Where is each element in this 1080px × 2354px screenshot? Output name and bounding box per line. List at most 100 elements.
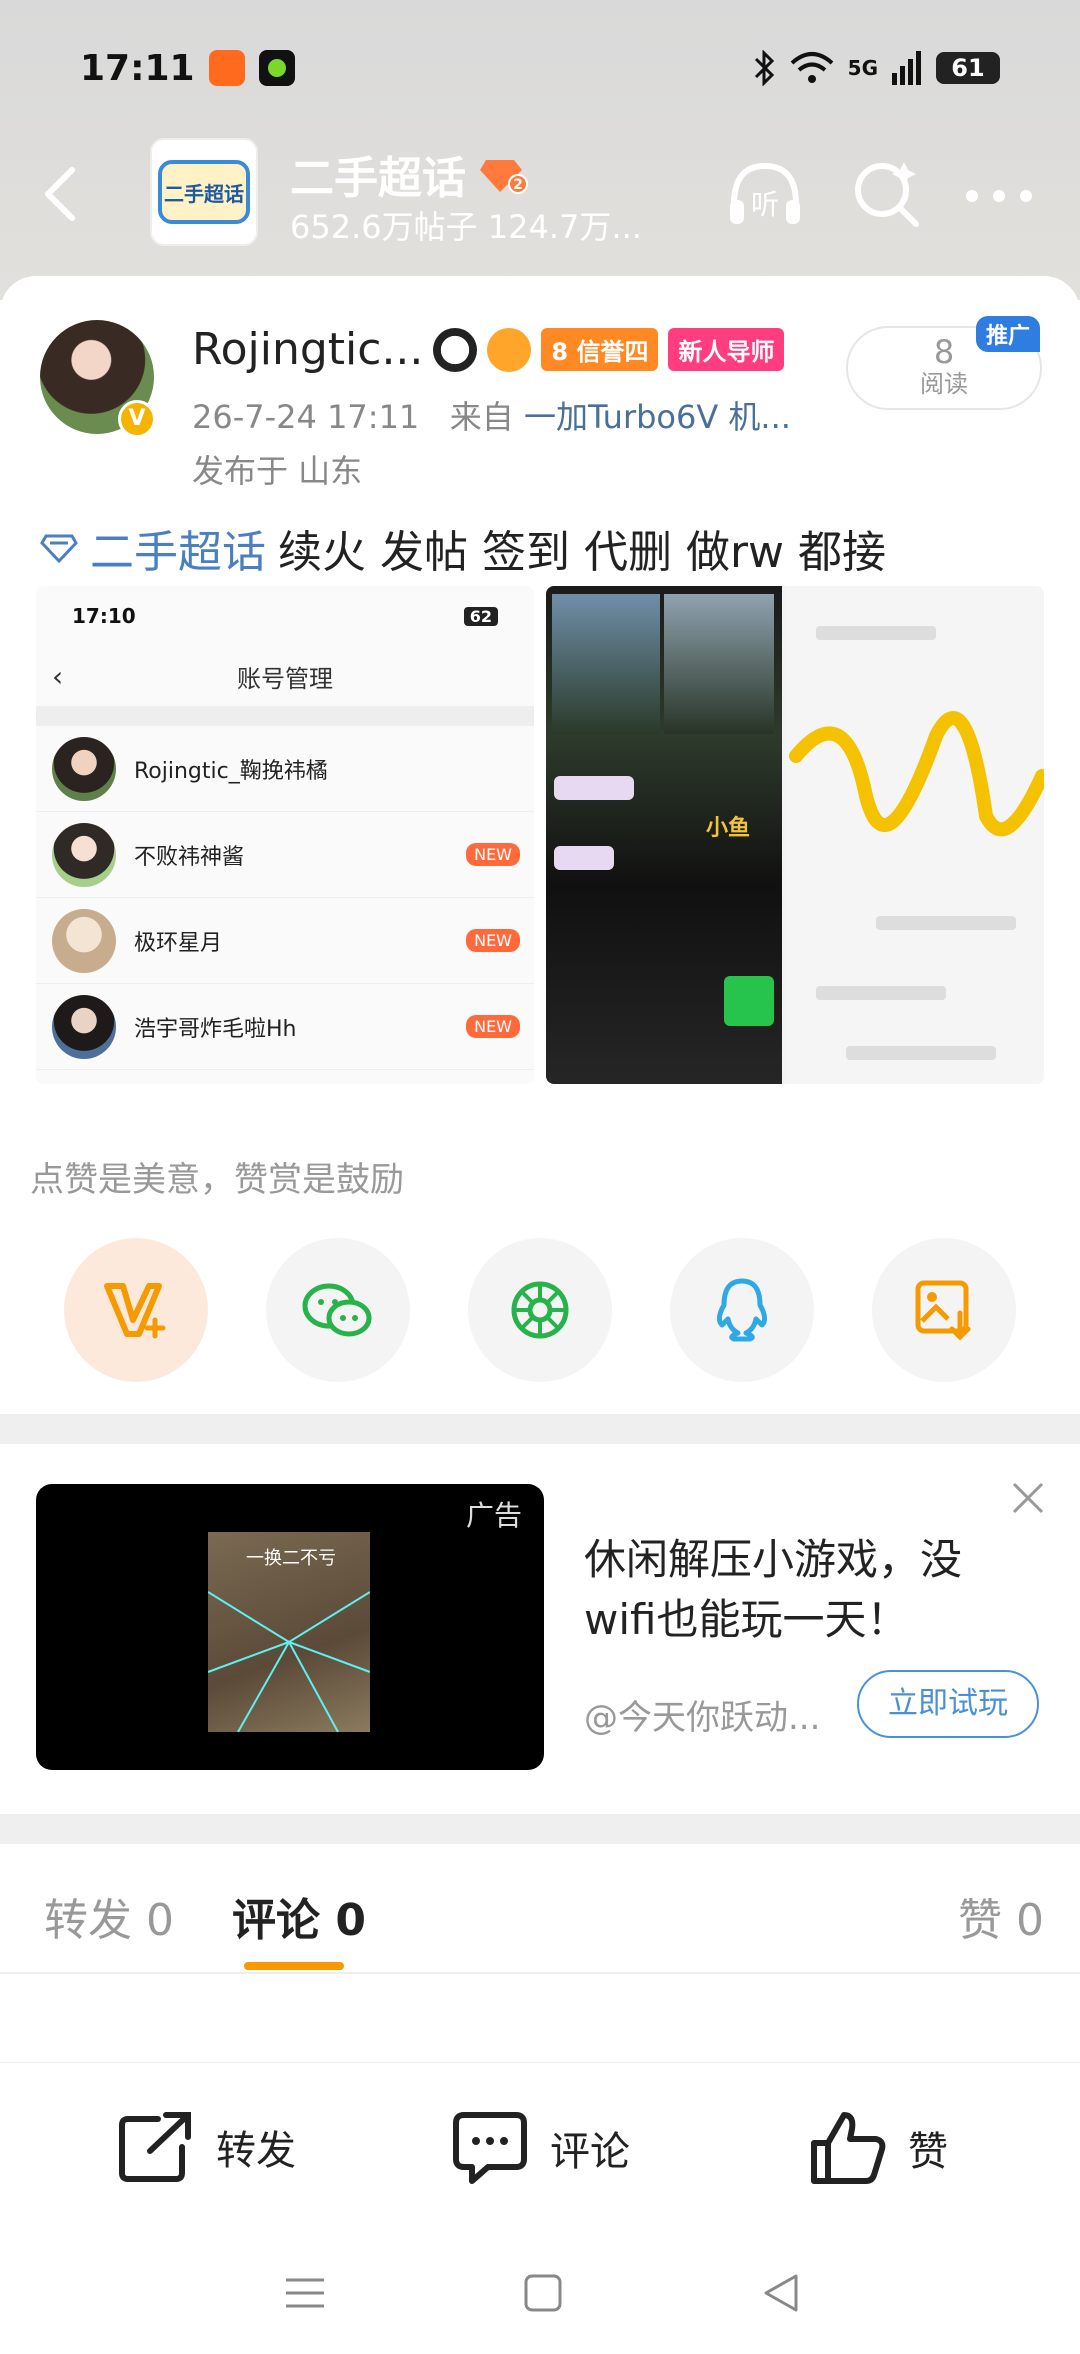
share-qq-button[interactable]: [670, 1238, 814, 1382]
verified-v-badge-icon: V: [118, 400, 156, 438]
topic-diamond-icon: [40, 534, 78, 563]
tab-comment[interactable]: 评论 0: [232, 1884, 366, 1948]
img2-chat-line: [816, 986, 946, 1000]
img2-sky-photo-2: [664, 594, 774, 734]
section-divider: [0, 1414, 1080, 1444]
fish-emoji-icon: [487, 327, 532, 372]
device-link[interactable]: 一加Turbo6V 机...: [524, 398, 791, 436]
share-arrow-icon: [119, 2112, 191, 2182]
post-image-2[interactable]: 小鱼: [546, 586, 1044, 1084]
reward-hint: 点赞是美意，赞赏是鼓励: [30, 1160, 404, 1200]
moments-icon: [511, 1281, 569, 1339]
img2-sky-photo: [552, 594, 660, 734]
img2-chat-line: [876, 916, 1016, 930]
ad-video[interactable]: 一换二不亏 广告: [36, 1484, 544, 1770]
battery-indicator: 61: [936, 52, 1000, 84]
app-notification-icon-2: [258, 50, 295, 86]
repost-button[interactable]: 转发: [118, 2111, 296, 2183]
reads-label: 阅读: [920, 370, 968, 398]
reward-v-icon: [104, 1283, 166, 1339]
svg-text:听: 听: [751, 188, 779, 221]
forum-name: 二手超话: [290, 153, 466, 204]
img1-back-icon: ‹: [52, 660, 64, 693]
comment-bubble-icon: [453, 2112, 527, 2184]
img1-account-avatar: [52, 994, 116, 1059]
img1-battery: 62: [463, 606, 498, 626]
img1-header: ‹ 账号管理: [36, 646, 534, 706]
ad-card[interactable]: 一换二不亏 广告 休闲解压小游戏，没wifi也能玩一天！ @今天你跃动... 立…: [0, 1444, 1080, 1814]
forum-logo[interactable]: 二手超话: [150, 138, 258, 246]
share-wechat-button[interactable]: [266, 1238, 410, 1382]
img2-chat-bubble: [554, 846, 614, 870]
ad-title[interactable]: 休闲解压小游戏，没wifi也能玩一天！: [584, 1530, 1024, 1650]
listen-headphones-icon[interactable]: 听: [726, 156, 804, 234]
img1-gap: [36, 706, 534, 726]
img1-account-name: 极环星月: [134, 930, 223, 956]
ad-game-caption: 一换二不亏: [246, 1548, 336, 1569]
username[interactable]: Rojingtic...: [192, 324, 423, 375]
back-triangle-icon[interactable]: [756, 2268, 806, 2318]
post-meta: 26-7-24 17:11 来自 一加Turbo6V 机...: [192, 392, 791, 438]
close-icon[interactable]: [1010, 1480, 1046, 1516]
save-image-button[interactable]: [872, 1238, 1016, 1382]
promo-badge[interactable]: 推广: [976, 316, 1041, 352]
forum-stats: 652.6万帖子 124.7万...: [290, 208, 642, 246]
share-row: [64, 1238, 1016, 1382]
img1-new-badge: NEW: [466, 1015, 520, 1038]
ad-source[interactable]: @今天你跃动...: [584, 1690, 820, 1739]
menu-icon[interactable]: [280, 2268, 330, 2318]
comment-label: 评论: [550, 2129, 630, 2175]
wechat-icon: [302, 1283, 372, 1337]
comment-button[interactable]: 评论: [452, 2111, 630, 2185]
ad-label: 广告: [465, 1499, 522, 1532]
post-card: V Rojingtic... 8 信誉四 新人导师 26-7-24 17:11 …: [0, 276, 1080, 1406]
level-diamond-icon: 2: [480, 160, 528, 194]
img2-chat-bubble: [554, 776, 634, 800]
like-label: 赞: [908, 2129, 948, 2175]
more-dots-icon[interactable]: [960, 156, 1038, 234]
post-image-1[interactable]: 17:10 62 ‹ 账号管理 Rojingtic_鞠挽祎橘 不败祎神酱 NEW…: [36, 586, 534, 1084]
like-button[interactable]: 赞: [810, 2111, 948, 2185]
credit-tag[interactable]: 8 信誉四: [541, 328, 659, 371]
img2-chat-line: [846, 1046, 996, 1060]
from-label: 来自: [449, 398, 514, 436]
ad-try-button[interactable]: 立即试玩: [857, 1670, 1039, 1738]
bluetooth-icon: [754, 50, 774, 86]
status-time: 17:11: [80, 47, 195, 89]
topic-link[interactable]: 二手超话: [90, 516, 266, 580]
repost-label: 转发: [216, 2128, 296, 2174]
img1-account-avatar: [52, 736, 116, 801]
mentor-tag[interactable]: 新人导师: [668, 328, 785, 371]
wifi-icon: [790, 52, 833, 83]
img1-new-badge: NEW: [466, 843, 520, 866]
tab-like[interactable]: 赞 0: [958, 1884, 1044, 1948]
home-square-icon[interactable]: [518, 2268, 568, 2318]
img1-account-row: 不败祎神酱 NEW: [36, 812, 534, 898]
img1-account-name: Rojingtic_鞠挽祎橘: [134, 758, 328, 784]
img1-title: 账号管理: [237, 664, 333, 693]
forum-title-row[interactable]: 二手超话 2: [290, 142, 528, 206]
share-moments-button[interactable]: [468, 1238, 612, 1382]
img1-account-avatar: [52, 822, 116, 887]
tab-repost[interactable]: 转发 0: [44, 1884, 174, 1948]
bottom-action-bar: 转发 评论 赞: [0, 2062, 1080, 2232]
post-text: 续火 发帖 签到 代删 做rw 都接: [278, 527, 887, 578]
ad-game-scene: 一换二不亏: [207, 1532, 371, 1733]
img2-chat-line: [816, 626, 936, 640]
section-divider: [0, 1814, 1080, 1844]
img2-green-sticker: [724, 976, 774, 1026]
app-notification-icon: [208, 50, 245, 86]
back-arrow-icon[interactable]: [40, 166, 80, 222]
panda-emoji-icon: [433, 327, 478, 372]
post-location: 发布于 山东: [192, 452, 363, 490]
save-image-icon: [915, 1280, 971, 1341]
forum-topbar: 二手超话 二手超话 2 652.6万帖子 124.7万... 听: [0, 138, 1080, 248]
post-time: 26-7-24 17:11: [192, 398, 420, 436]
post-content: 二手超话 续火 发帖 签到 代删 做rw 都接: [40, 516, 886, 580]
thumbs-up-icon: [811, 2112, 886, 2184]
forum-logo-text: 二手超话: [158, 160, 250, 224]
img1-account-avatar: [52, 908, 116, 973]
img1-account-row: 极环星月 NEW: [36, 898, 534, 984]
reward-button[interactable]: [64, 1238, 208, 1382]
search-icon[interactable]: [848, 156, 926, 234]
